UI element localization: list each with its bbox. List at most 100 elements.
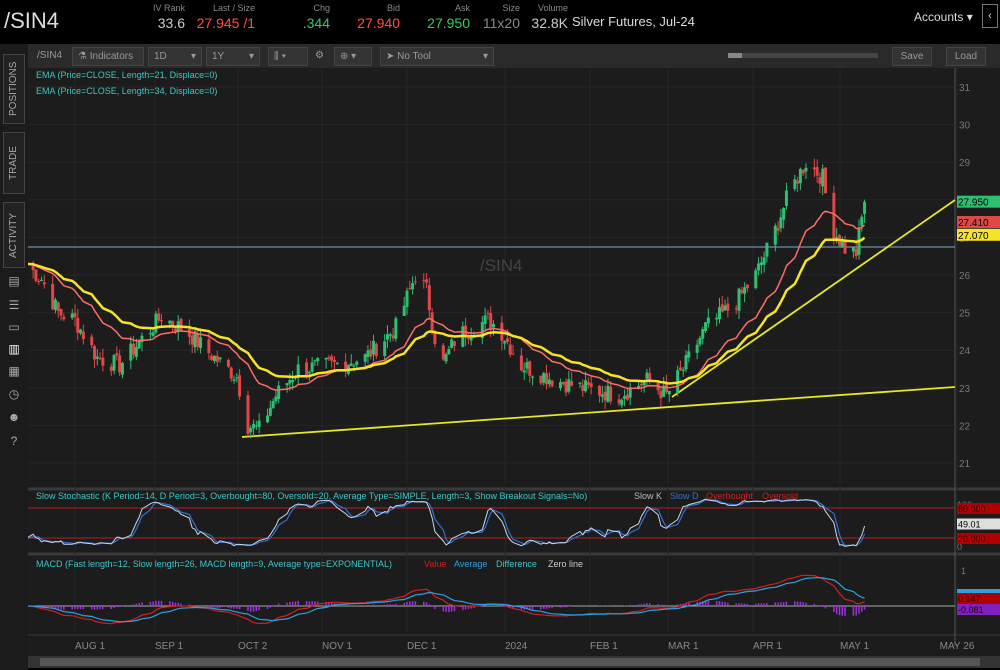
load-button[interactable]: Load (946, 47, 986, 66)
y-tick-label: 23 (959, 384, 971, 395)
candle (101, 357, 105, 366)
candle (112, 355, 116, 371)
quote-label: IV Rank (152, 3, 185, 13)
candle (701, 328, 705, 339)
cursor-icon: ➤ (386, 51, 398, 62)
stoch-badge-text: 80.000 (958, 504, 986, 514)
accounts-dropdown[interactable]: Accounts ▾ (914, 10, 973, 24)
y-tick-label: 31 (959, 83, 971, 94)
candle (352, 365, 356, 367)
candle (157, 313, 161, 321)
period-dropdown[interactable]: 1Y ▾ (206, 47, 260, 66)
zoom-slider-handle[interactable] (728, 53, 742, 58)
horizontal-scrollbar[interactable] (28, 656, 1000, 668)
quote-value: 27.945 /1 (196, 15, 255, 31)
candle (558, 382, 562, 389)
zoom-slider[interactable] (728, 53, 878, 58)
chart-area[interactable]: 3130292827262524232221AUG 1SEP 1OCT 2NOV… (28, 68, 1000, 658)
quote-value: 27.950 (427, 15, 470, 31)
candle (218, 357, 222, 360)
candle (252, 423, 256, 429)
grid-icon[interactable]: ▦ (7, 364, 21, 378)
tab-activity[interactable]: ACTIVITY (3, 202, 25, 268)
candle (173, 328, 177, 332)
symbol-title[interactable]: /SIN4 (4, 8, 59, 34)
candle (159, 320, 163, 322)
candle (330, 356, 334, 361)
candle (34, 269, 38, 281)
price-chart[interactable]: 3130292827262524232221AUG 1SEP 1OCT 2NOV… (28, 68, 1000, 658)
candle (570, 381, 574, 386)
candle (179, 319, 183, 331)
candle (93, 346, 97, 360)
gear-icon[interactable]: ⚙ (310, 47, 329, 66)
candle (519, 355, 523, 371)
document-icon[interactable]: ▤ (7, 274, 21, 288)
macd-legend-item: Zero line (548, 559, 583, 569)
candle (120, 362, 124, 375)
aggregation-dropdown[interactable]: 1D ▾ (148, 47, 202, 66)
save-button[interactable]: Save (892, 47, 932, 66)
y-tick-label: 24 (959, 346, 971, 357)
candle (782, 207, 786, 220)
candle (698, 338, 702, 345)
candle (391, 335, 395, 339)
quote-value: 11x20 (482, 15, 520, 31)
monitor-icon[interactable]: ▭ (7, 320, 21, 334)
candle (76, 317, 80, 333)
candle (860, 216, 864, 226)
collapse-panel-button[interactable]: ‹ (982, 4, 998, 28)
candle (291, 380, 295, 383)
x-tick-label: APR 1 (753, 641, 782, 652)
candle (762, 257, 766, 265)
tab-positions[interactable]: POSITIONS (3, 54, 25, 124)
chart-icon[interactable]: ▥ (7, 342, 21, 356)
candle (542, 372, 546, 383)
stochastic-label: Slow Stochastic (K Period=14, D Period=3… (36, 491, 587, 501)
candle (776, 227, 780, 231)
candle (190, 335, 194, 345)
candle (257, 420, 261, 428)
candle (363, 354, 367, 362)
x-tick-label: FEB 1 (590, 641, 618, 652)
quote-label: Size (502, 3, 520, 13)
indicators-button[interactable]: ⚗ Indicators (72, 47, 144, 66)
list-icon[interactable]: ☰ (7, 298, 21, 312)
quote-label: Volume (537, 3, 568, 13)
help-icon[interactable]: ? (7, 434, 21, 448)
candle (798, 168, 802, 184)
candle (132, 343, 136, 355)
clock-icon[interactable]: ◷ (7, 387, 21, 401)
candle (349, 363, 353, 366)
candle (623, 395, 627, 399)
candle (51, 283, 55, 310)
scrollbar-thumb[interactable] (40, 658, 980, 666)
candle (581, 384, 585, 391)
drawings-dropdown[interactable]: ⊕ ▾ (334, 47, 372, 66)
slow-d-line (28, 499, 866, 547)
candle (413, 281, 417, 283)
candle (812, 167, 816, 170)
macd-tick: 1 (961, 566, 966, 576)
candle (452, 341, 456, 346)
candle (824, 167, 828, 194)
candle (37, 281, 41, 283)
candle (148, 333, 152, 335)
candle (511, 353, 515, 355)
candles-icon: ⫼ ▾ (274, 51, 287, 62)
candle (489, 313, 493, 329)
candle (645, 372, 649, 379)
chart-style-dropdown[interactable]: ⫼ ▾ (268, 47, 308, 66)
candle (405, 290, 409, 307)
candle (95, 356, 99, 359)
people-icon[interactable]: ☻ (7, 410, 21, 424)
candle (667, 390, 671, 395)
candle (796, 180, 800, 184)
tab-trade[interactable]: TRADE (3, 132, 25, 194)
candle (374, 343, 378, 357)
ema-34-label: EMA (Price=CLOSE, Length=34, Displace=0) (36, 86, 217, 96)
candle (600, 394, 604, 397)
candle (168, 320, 172, 324)
tool-dropdown[interactable]: ➤ No Tool ▾ (380, 47, 494, 66)
candle (503, 341, 507, 344)
